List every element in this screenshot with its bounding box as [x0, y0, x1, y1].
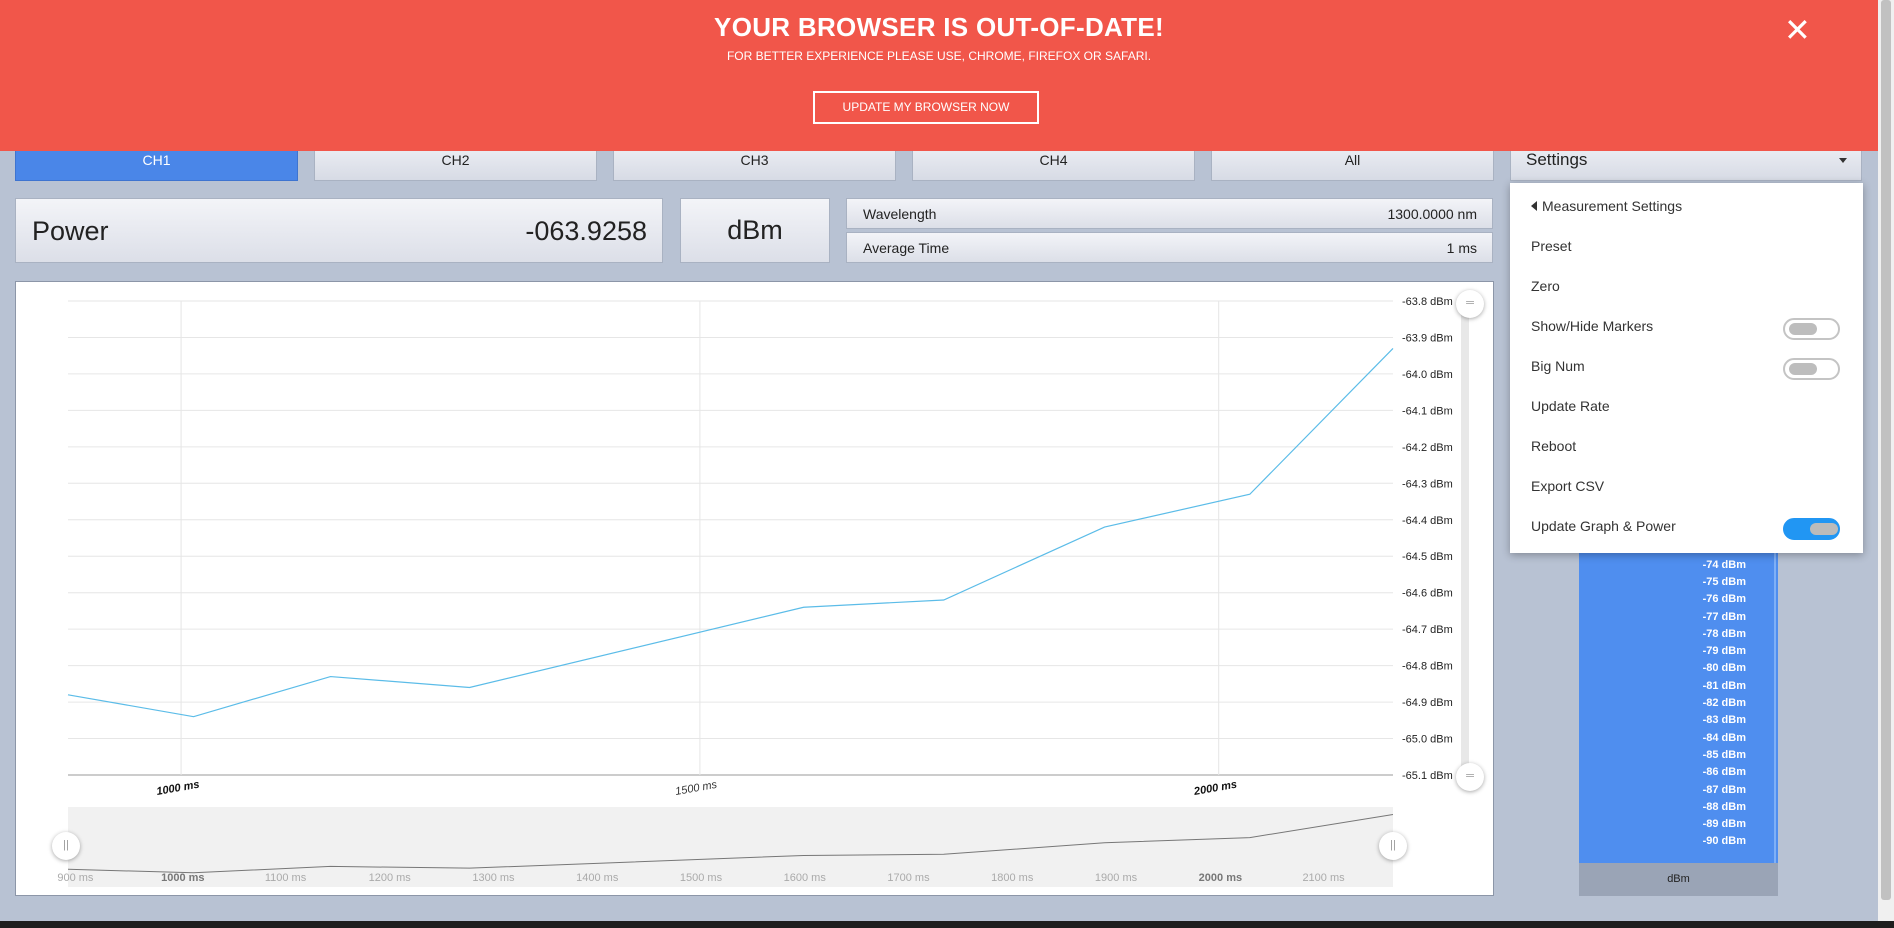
x-tick-label: 1000 ms — [156, 779, 201, 798]
navigator-tick-label: 1700 ms — [887, 872, 930, 884]
chart-svg: -63.8 dBm -63.9 dBm -64.0 dBm -64.1 dBm -64.… — [57, 296, 1469, 887]
power-readout: Power -063.9258 — [15, 198, 663, 263]
y-tick-label: -64.4 dBm — [1402, 515, 1453, 527]
navigator-tick-label: 2000 ms — [1199, 872, 1242, 884]
navigator-right-handle[interactable]: || — [1379, 832, 1407, 860]
power-label: Power — [32, 216, 109, 246]
meter-tick-label: -81 dBm — [1702, 679, 1746, 692]
meter-tick-label: -89 dBm — [1702, 818, 1746, 831]
toggle-knob — [1789, 323, 1817, 335]
y-tick-label: -64.5 dBm — [1402, 551, 1453, 563]
y-tick-label: -64.7 dBm — [1402, 624, 1453, 636]
navigator-tick-label: 1100 ms — [265, 872, 307, 884]
y-tick-label: -63.9 dBm — [1402, 332, 1453, 344]
banner-subtitle: FOR BETTER EXPERIENCE PLEASE USE, CHROME… — [726, 49, 1152, 63]
navigator-left-handle[interactable]: || — [52, 832, 80, 860]
meter-tick-label: -84 dBm — [1702, 731, 1746, 744]
power-chart: -63.8 dBm -63.9 dBm -64.0 dBm -64.1 dBm -64.… — [15, 281, 1494, 896]
average-time-row[interactable]: Average Time 1 ms — [846, 232, 1493, 263]
meter-scale: -72 dBm-73 dBm-74 dBm-75 dBm-76 dBm-77 d… — [1579, 524, 1774, 863]
navigator-tick-label: 1200 ms — [369, 872, 412, 884]
markers-toggle[interactable] — [1783, 318, 1840, 340]
meter-tick-label: -83 dBm — [1702, 714, 1746, 727]
meter-tick-label: -77 dBm — [1702, 610, 1746, 623]
navigator-tick-label: 900 ms — [57, 872, 94, 884]
navigator-tick-label: 1800 ms — [991, 872, 1034, 884]
navigator-tick-label: 1000 ms — [161, 872, 204, 884]
scrollbar-thumb[interactable] — [1881, 0, 1891, 900]
y-tick-label: -64.6 dBm — [1402, 588, 1453, 600]
y-tick-label: -64.1 dBm — [1402, 405, 1453, 417]
meter-tick-label: -85 dBm — [1702, 748, 1746, 761]
y-tick-label: -64.3 dBm — [1402, 478, 1453, 490]
y-range-bottom-handle[interactable]: ═ — [1456, 763, 1484, 791]
toggle-knob — [1810, 523, 1838, 535]
meter-tick-label: -80 dBm — [1702, 662, 1746, 675]
y-tick-label: -64.9 dBm — [1402, 697, 1453, 709]
caret-left-icon — [1531, 201, 1537, 211]
navigator-tick-label: 1900 ms — [1095, 872, 1138, 884]
meter-tick-label: -78 dBm — [1702, 627, 1746, 640]
meter-tick-label: -76 dBm — [1702, 593, 1746, 606]
big-num-toggle[interactable] — [1783, 358, 1840, 380]
menu-item-export-csv[interactable]: Export CSV — [1531, 476, 1604, 496]
y-range-top-handle[interactable]: ═ — [1456, 290, 1484, 318]
average-time-value: 1 ms — [1446, 240, 1477, 256]
bar-meter: -72 dBm-73 dBm-74 dBm-75 dBm-76 dBm-77 d… — [1579, 524, 1778, 896]
navigator-tick-label: 1500 ms — [680, 872, 723, 884]
wavelength-value: 1300.0000 nm — [1387, 206, 1477, 222]
navigator-tick-label: 2100 ms — [1302, 872, 1345, 884]
close-icon[interactable]: ✕ — [1784, 14, 1811, 46]
y-tick-label: -63.8 dBm — [1402, 296, 1453, 308]
navigator-tick-label: 1600 ms — [784, 872, 827, 884]
settings-menu: Measurement Settings Preset Zero Show/Hi… — [1510, 183, 1863, 553]
meter-tick-label: -88 dBm — [1702, 800, 1746, 813]
settings-label: Settings — [1526, 150, 1588, 169]
meter-tick-label: -79 dBm — [1702, 645, 1746, 658]
menu-item-update-graph-power[interactable]: Update Graph & Power — [1531, 516, 1676, 536]
meter-tick-label: -90 dBm — [1702, 835, 1746, 848]
navigator-tick-label: 1300 ms — [472, 872, 515, 884]
y-tick-label: -64.2 dBm — [1402, 442, 1453, 454]
menu-item-show-hide-markers[interactable]: Show/Hide Markers — [1531, 316, 1653, 336]
meter-tick-label: -87 dBm — [1702, 783, 1746, 796]
meter-tick-label: -75 dBm — [1702, 575, 1746, 588]
meter-tick-label: -82 dBm — [1702, 697, 1746, 709]
menu-item-zero[interactable]: Zero — [1531, 276, 1560, 296]
y-tick-label: -64.0 dBm — [1402, 369, 1453, 381]
menu-item-big-num[interactable]: Big Num — [1531, 356, 1585, 376]
x-tick-label: 1500 ms — [674, 779, 718, 798]
caret-down-icon — [1839, 158, 1847, 163]
vertical-scrollbar[interactable] — [1878, 0, 1894, 921]
menu-back-measurement-settings[interactable]: Measurement Settings — [1531, 196, 1682, 216]
menu-item-update-rate[interactable]: Update Rate — [1531, 396, 1610, 416]
y-tick-label: -65.0 dBm — [1402, 734, 1453, 746]
average-time-label: Average Time — [863, 240, 950, 256]
navigator-tick-label: 1400 ms — [576, 872, 619, 884]
toggle-knob — [1789, 363, 1817, 375]
wavelength-row[interactable]: Wavelength 1300.0000 nm — [846, 198, 1493, 229]
wavelength-label: Wavelength — [863, 206, 937, 222]
meter-edge — [1774, 530, 1776, 863]
x-tick-label: 2000 ms — [1192, 779, 1238, 799]
menu-header-label: Measurement Settings — [1542, 198, 1683, 214]
update-graph-toggle[interactable] — [1783, 518, 1840, 540]
y-tick-label: -65.1 dBm — [1402, 770, 1453, 782]
meter-unit: dBm — [1579, 863, 1778, 896]
power-value: -063.9258 — [525, 216, 647, 246]
y-range-rail — [1461, 301, 1469, 775]
banner-title: YOUR BROWSER IS OUT-OF-DATE! — [714, 12, 1164, 42]
outdated-browser-banner: YOUR BROWSER IS OUT-OF-DATE! FOR BETTER … — [0, 0, 1878, 151]
bottom-bar — [0, 921, 1894, 928]
meter-tick-label: -74 dBm — [1702, 558, 1746, 571]
series-line — [67, 347, 1394, 718]
meter-tick-label: -86 dBm — [1702, 766, 1746, 779]
y-tick-label: -64.8 dBm — [1402, 661, 1453, 673]
update-browser-button[interactable]: UPDATE MY BROWSER NOW — [813, 91, 1039, 124]
unit-button[interactable]: dBm — [680, 198, 830, 263]
menu-item-reboot[interactable]: Reboot — [1531, 436, 1576, 456]
menu-item-preset[interactable]: Preset — [1531, 236, 1571, 256]
